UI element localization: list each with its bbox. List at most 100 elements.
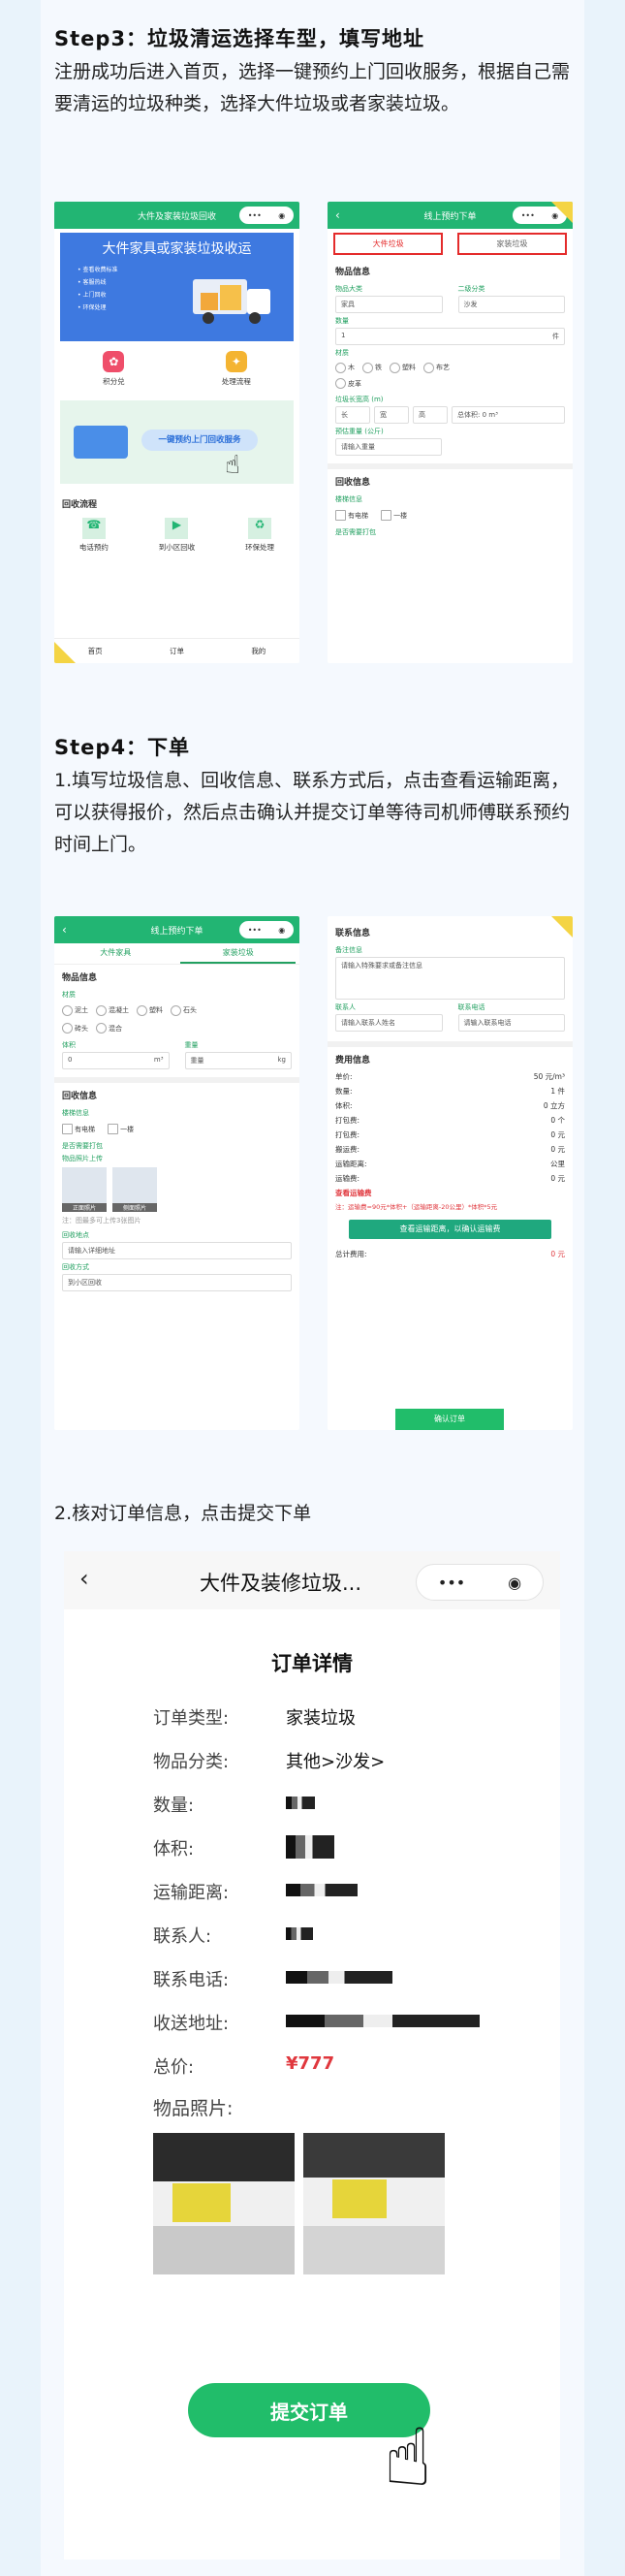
redacted-value <box>286 1883 358 1896</box>
check-distance-button[interactable]: 查看运输距离，以确认运输费 <box>349 1220 551 1239</box>
tab-bulky[interactable]: 大件家具 <box>58 943 173 964</box>
back-icon[interactable]: ‹ <box>335 208 340 222</box>
width-input[interactable]: 宽 <box>374 406 409 424</box>
fee-list: 单价: 50 元/m³ 数量: 1 件体积: 0 立方 打包费: 0 个打包费: 0 元搬运费… <box>328 1069 573 1186</box>
material-radio[interactable]: 石头 <box>171 1002 197 1019</box>
flow-row: ☎ 电话预约 ▶ 到小区回收 ♻ 环保处理 <box>54 514 299 557</box>
material-radio[interactable]: 砖头 <box>62 1020 88 1037</box>
back-icon[interactable]: ‹ <box>62 923 67 937</box>
contact-input[interactable]: 请输入联系人姓名 <box>335 1014 443 1032</box>
photo-tag: 侧面照片 <box>112 1203 157 1212</box>
order-row: 联系人: <box>153 1923 313 1948</box>
subcategory-select[interactable]: 沙发 <box>457 296 565 313</box>
fee-row: 体积: 0 立方 <box>328 1098 573 1113</box>
order-row: 收送地址: <box>153 2010 480 2035</box>
redacted-value <box>286 2014 480 2027</box>
fee-heading: 费用信息 <box>335 1056 371 1065</box>
quantity-value: 1 <box>341 332 346 339</box>
book-service-label: 一键预约上门回收服务 <box>141 429 258 451</box>
photos-label: 物品照片: <box>153 2098 234 2119</box>
volume-input[interactable]: 0 m³ <box>62 1052 170 1069</box>
gift-icon: ✿ <box>103 351 125 372</box>
address-input[interactable]: 请输入详细地址 <box>62 1242 292 1259</box>
row-key: 收送地址: <box>153 2014 230 2034</box>
hand-pointer-icon: ☝ <box>225 451 240 480</box>
points-entry[interactable]: ✿ 积分兑 <box>103 351 125 387</box>
capsule-menu: ••• ◉ <box>239 207 294 224</box>
material-radio[interactable]: 混凝土 <box>96 1002 129 1019</box>
note-textarea[interactable]: 请输入特殊要求或备注信息 <box>335 957 565 1000</box>
pack-label: 是否需要打包 <box>335 528 376 536</box>
row-key: 运输距离: <box>153 1883 230 1903</box>
subcategory-label: 二级分类 <box>457 285 485 293</box>
quantity-field[interactable]: 1件 <box>335 328 565 345</box>
weight-input[interactable]: 重量 kg <box>184 1052 292 1069</box>
renovation-title: 线上预约下单 <box>150 926 203 937</box>
tab-mine[interactable]: 我的 <box>251 646 266 656</box>
fee-value: 50 元/m³ <box>533 1072 565 1081</box>
bulky-form-screenshot: ‹ 线上预约下单 ••• ◉ 大件垃圾 家装垃圾 物品信息 物品大类 家具 二级分类… <box>328 202 573 663</box>
phone-input[interactable]: 请输入联系电话 <box>457 1014 565 1032</box>
book-service-banner[interactable]: 一键预约上门回收服务 ☝ <box>60 400 294 484</box>
row-key: 总价: <box>153 2057 195 2078</box>
material-radio[interactable]: 塑料 <box>390 360 416 375</box>
step3-section: Step3：垃圾清运选择车型，填写地址 注册成功后进入首页，选择一键预约上门回收… <box>54 23 578 120</box>
fee-row: 打包费: 0 个 <box>328 1113 573 1128</box>
material-radio[interactable]: 布艺 <box>423 360 450 375</box>
weight-input[interactable]: 请输入重量 <box>335 438 442 456</box>
item-photo[interactable] <box>303 2133 445 2274</box>
tab-renovation[interactable]: 家装垃圾 <box>180 943 297 964</box>
type-tabs: 大件家具 家装垃圾 <box>54 943 299 965</box>
material-radio[interactable]: 泥土 <box>62 1002 88 1019</box>
more-icon[interactable]: ••• <box>438 1574 465 1592</box>
height-input[interactable]: 高 <box>413 406 448 424</box>
fee-value: 1 件 <box>550 1087 565 1096</box>
fee-key: 打包费: <box>335 1130 360 1139</box>
home-screenshot: 大件及家装垃圾回收 ••• ◉ 大件家具或家装垃圾收运 • 查看收费标准 • 客服… <box>54 202 299 663</box>
elevator-checkbox[interactable]: 有电梯 <box>62 1124 95 1134</box>
first-floor-checkbox[interactable]: 一楼 <box>108 1124 134 1134</box>
first-floor-checkbox[interactable]: 一楼 <box>381 510 407 521</box>
tab-bulky[interactable]: 大件垃圾 <box>333 233 444 255</box>
item-photo[interactable] <box>153 2133 295 2274</box>
tab-orders[interactable]: 订单 <box>170 646 184 656</box>
material-radio[interactable]: 混合 <box>96 1020 122 1037</box>
capsule-menu[interactable]: ••• ◉ <box>416 1564 544 1601</box>
row-key: 联系电话: <box>153 1970 230 1990</box>
material-radio[interactable]: 铁 <box>362 360 382 375</box>
fee-key: 数量: <box>335 1087 353 1096</box>
process-entry[interactable]: ✦ 处理流程 <box>222 351 251 387</box>
material-radio[interactable]: 塑料 <box>137 1002 163 1019</box>
material-radio[interactable]: 皮革 <box>335 376 361 392</box>
tab-renovation[interactable]: 家装垃圾 <box>456 233 567 255</box>
close-icon[interactable]: ◉ <box>508 1574 521 1592</box>
truck-illustration <box>193 275 272 326</box>
banner-item: • 查看收费标准 <box>78 267 118 273</box>
phone-icon: ☎ <box>81 518 106 539</box>
truck-icon: ▶ <box>165 518 189 539</box>
back-icon[interactable]: ‹ <box>79 1565 89 1592</box>
home-title: 大件及家装垃圾回收 <box>137 211 216 222</box>
banner-item: • 客服热线 <box>78 279 107 286</box>
elevator-checkbox[interactable]: 有电梯 <box>335 510 368 521</box>
contact-row: 联系人 请输入联系人姓名 联系电话 请输入联系电话 <box>328 1000 573 1032</box>
method-select[interactable]: 到小区回收 <box>62 1274 292 1291</box>
tab-home[interactable]: 首页 <box>88 646 103 656</box>
type-tabs: 大件垃圾 家装垃圾 <box>328 229 573 259</box>
length-input[interactable]: 长 <box>335 406 370 424</box>
weight-label: 重量 <box>184 1041 199 1049</box>
confirm-order-button[interactable]: 确认订单 <box>395 1409 504 1430</box>
photo-front[interactable]: 正面照片 <box>62 1167 107 1212</box>
row-key: 联系人: <box>153 1926 212 1947</box>
material-radio[interactable]: 木 <box>335 360 355 375</box>
redacted-value <box>286 1796 315 1809</box>
category-select[interactable]: 家具 <box>335 296 443 313</box>
total-price: ¥777 <box>286 2053 335 2074</box>
flow-step: ♻ 环保处理 <box>245 518 274 553</box>
elevator-label: 楼梯信息 <box>62 1109 89 1117</box>
banner-item: • 上门回收 <box>78 292 107 299</box>
photo-side[interactable]: 侧面照片 <box>112 1167 157 1212</box>
elevator-label: 楼梯信息 <box>335 495 362 503</box>
photo-upload-label: 物品照片上传 <box>62 1155 103 1162</box>
fee-value: 0 个 <box>550 1116 565 1125</box>
